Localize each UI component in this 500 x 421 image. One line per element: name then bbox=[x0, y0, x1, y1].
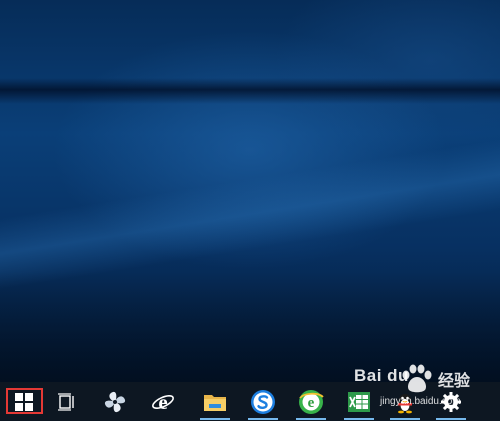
active-indicator bbox=[296, 418, 326, 420]
task-view-button[interactable] bbox=[46, 382, 88, 421]
qq-button[interactable] bbox=[384, 382, 426, 421]
task-view-icon bbox=[58, 392, 74, 411]
folder-icon bbox=[204, 394, 226, 411]
penguin-icon bbox=[398, 393, 412, 413]
svg-text:e: e bbox=[308, 395, 315, 411]
settings-button[interactable] bbox=[430, 382, 472, 421]
active-indicator bbox=[200, 418, 230, 420]
360-browser-icon: e bbox=[299, 389, 324, 414]
internet-explorer-icon: e bbox=[152, 390, 174, 414]
spreadsheet-icon bbox=[348, 391, 370, 412]
active-indicator bbox=[344, 418, 374, 420]
svg-text:e: e bbox=[158, 390, 167, 414]
active-indicator bbox=[436, 418, 466, 420]
360-browser-button[interactable]: e bbox=[290, 382, 332, 421]
windows-logo-icon bbox=[15, 392, 33, 411]
start-button[interactable] bbox=[3, 382, 45, 421]
desktop-wallpaper bbox=[0, 0, 500, 382]
sogou-s-icon bbox=[251, 389, 275, 414]
wallpaper-shade bbox=[0, 272, 500, 382]
excel-button[interactable] bbox=[338, 382, 380, 421]
taskbar: e e bbox=[0, 382, 500, 421]
wallpaper-dark-beam bbox=[0, 78, 500, 104]
active-indicator bbox=[248, 418, 278, 420]
pinwheel-app-button[interactable] bbox=[94, 382, 136, 421]
gear-icon bbox=[441, 391, 461, 412]
file-explorer-button[interactable] bbox=[194, 382, 236, 421]
sogou-browser-button[interactable] bbox=[242, 382, 284, 421]
active-indicator bbox=[390, 418, 420, 420]
pinwheel-icon bbox=[104, 391, 126, 412]
internet-explorer-button[interactable]: e bbox=[142, 382, 184, 421]
